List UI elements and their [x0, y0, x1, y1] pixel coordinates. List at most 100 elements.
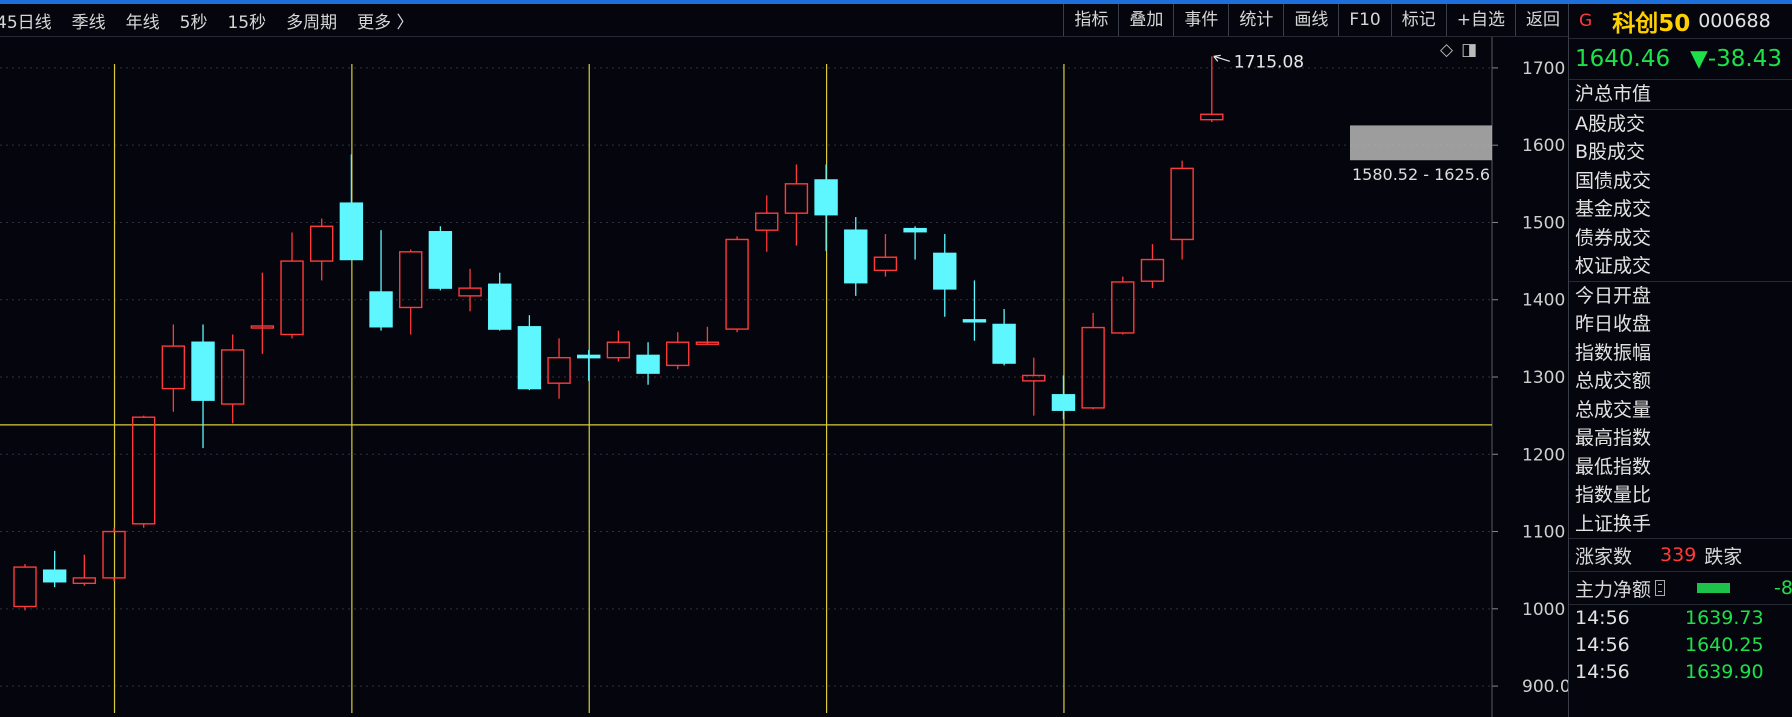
g-icon[interactable]: G [1579, 11, 1592, 31]
candle-body [547, 356, 571, 384]
open-label: 今日开盘 [1575, 284, 1652, 307]
y-tick-label: 1300 [1522, 368, 1565, 388]
candle-body [903, 227, 927, 233]
y-tick-label: 1600 [1522, 136, 1565, 156]
range-highlight [1350, 125, 1492, 161]
candle-body [844, 229, 868, 284]
candle-body [369, 291, 393, 328]
a-share-volume-label: A股成交 [1575, 112, 1645, 135]
candle-body [42, 569, 67, 583]
events-button[interactable]: 事件 [1173, 4, 1228, 36]
period-more[interactable]: 更多 〉 [357, 8, 413, 33]
index-code: 000688 [1698, 10, 1771, 32]
y-tick-label: 1700 [1522, 59, 1565, 79]
candlestick-chart[interactable]: 900.0 1000 1100 1200 1300 1400 1500 1600 1700 158… [0, 37, 1568, 717]
main-flow-row: 主力净额 -8 [1569, 572, 1792, 605]
low-label: 最低指数 [1575, 455, 1652, 478]
quote-header: G 科创50 000688 [1569, 4, 1792, 39]
candle-body [191, 341, 215, 401]
panel-toggle-icon[interactable]: ◨ [1461, 40, 1477, 60]
period-5s[interactable]: 5秒 [180, 8, 208, 33]
tick-time: 14:56 [1575, 607, 1630, 629]
candle-body [339, 202, 364, 261]
treasury-volume-label: 国债成交 [1575, 169, 1652, 192]
candle-body [1170, 167, 1194, 241]
candle-body [873, 256, 898, 272]
mark-button[interactable]: 标记 [1390, 4, 1446, 36]
candle-body [280, 260, 304, 336]
candle-body [1111, 281, 1135, 334]
tick-price: 1639.90 [1685, 661, 1764, 683]
candle-body [131, 416, 156, 525]
flow-label: 主力净额 [1575, 578, 1652, 601]
amplitude-label: 指数振幅 [1575, 341, 1652, 364]
candle-body [13, 566, 37, 608]
candle-body [755, 212, 779, 231]
prev-close-label: 昨日收盘 [1575, 313, 1652, 335]
y-tick-label: 900.0 [1522, 677, 1568, 697]
range-label: 1580.52 - 1625.6 [1352, 165, 1490, 184]
y-tick-label: 1000 [1522, 600, 1565, 620]
tick-row: 14:56 1640.25 [1569, 632, 1792, 659]
tick-row: 14:56 1639.90 [1569, 659, 1792, 686]
candle-body [72, 577, 97, 585]
b-share-volume-label: B股成交 [1575, 141, 1646, 163]
period-season[interactable]: 季线 [72, 8, 106, 33]
candle-body [399, 251, 423, 309]
candle-body [814, 179, 838, 216]
turnover-amount-label: 总成交额 [1575, 370, 1652, 392]
tick-price: 1640.25 [1685, 634, 1764, 656]
fall-label: 跌家 [1704, 545, 1743, 568]
volume-section: A股成交 B股成交 国债成交 基金成交 债券成交 权证成交 [1569, 110, 1792, 282]
candle-body [310, 225, 334, 262]
draw-line-button[interactable]: 画线 [1283, 4, 1338, 36]
tool-buttons: 指标 叠加 事件 统计 画线 F10 标记 +自选 返回 [1063, 4, 1568, 36]
tick-time: 14:56 [1575, 661, 1630, 683]
chart-toolbar: 45日线 季线 年线 5秒 15秒 多周期 更多 〉 指标 叠加 事件 统计 画… [0, 4, 1568, 37]
candle-body [488, 283, 512, 330]
turnover-volume-label: 总成交量 [1575, 398, 1652, 421]
document-icon[interactable] [1655, 580, 1665, 596]
candle-body [1022, 374, 1046, 382]
bond-volume-label: 债券成交 [1575, 226, 1652, 249]
volume-ratio-label: 指数量比 [1575, 484, 1652, 506]
add-watchlist-button[interactable]: +自选 [1445, 4, 1515, 36]
high-label: 最高指数 [1575, 427, 1652, 449]
warrant-volume-label: 权证成交 [1575, 255, 1652, 277]
period-45day[interactable]: 45日线 [0, 8, 52, 33]
candle-body [1081, 326, 1105, 409]
high-label: 1715.08 [1234, 52, 1304, 72]
period-multi[interactable]: 多周期 [286, 8, 337, 33]
candle-body [458, 287, 482, 297]
period-15s[interactable]: 15秒 [227, 8, 266, 33]
y-tick-label: 1500 [1522, 213, 1565, 233]
market-value-label: 沪总市值 [1569, 80, 1792, 110]
candle-body [161, 345, 186, 390]
y-tick-label: 1400 [1522, 291, 1565, 311]
overlay-button[interactable]: 叠加 [1118, 4, 1173, 36]
last-price: 1640.46 [1575, 46, 1671, 72]
flow-bar [1696, 583, 1731, 593]
period-year[interactable]: 年线 [126, 8, 160, 33]
candle-body [1140, 258, 1165, 282]
y-tick-label: 1200 [1522, 445, 1565, 465]
chart-corner-icons: ◇ ◨ [1440, 40, 1477, 60]
turnover-rate-label: 上证换手 [1575, 512, 1652, 535]
candle-body [1200, 113, 1224, 121]
diamond-icon[interactable]: ◇ [1440, 40, 1453, 60]
indicator-button[interactable]: 指标 [1063, 4, 1118, 36]
advance-decline-row: 涨家数 339 跌家 [1569, 539, 1792, 572]
flow-value: -8 [1774, 577, 1792, 599]
candle-body [962, 319, 987, 323]
stats-section: 今日开盘 昨日收盘 指数振幅 总成交额 总成交量 最高指数 最低指数 指数量比 … [1569, 282, 1792, 539]
f10-button[interactable]: F10 [1338, 4, 1390, 36]
candle-body [1051, 394, 1076, 411]
index-name: 科创50 [1612, 11, 1691, 37]
statistics-button[interactable]: 统计 [1228, 4, 1283, 36]
candle-body [636, 354, 660, 374]
candle-body [992, 323, 1016, 364]
tick-time: 14:56 [1575, 634, 1630, 656]
candle-body [933, 252, 957, 290]
candle-body [666, 341, 690, 367]
back-button[interactable]: 返回 [1515, 4, 1568, 36]
